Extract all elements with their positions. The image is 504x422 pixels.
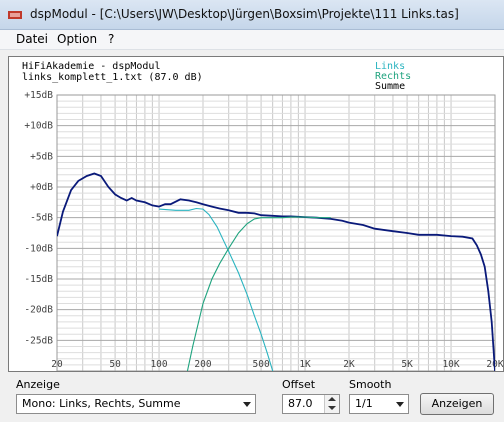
offset-stepper[interactable] — [324, 395, 339, 413]
title-bar: dspModul - [C:\Users\JW\Desktop\Jürgen\B… — [0, 0, 504, 30]
smooth-dropdown[interactable]: 1/1 — [349, 394, 409, 414]
plot-border — [56, 94, 496, 372]
smooth-value: 1/1 — [355, 397, 373, 410]
anzeige-dropdown[interactable]: Mono: Links, Rechts, Summe — [16, 394, 256, 414]
plot-canvas: +15dB +10dB +5dB +0dB -5dB -10dB -15dB -20dB -25… — [22, 61, 504, 372]
x-tick-label: 2K — [343, 359, 355, 370]
menu-item-option[interactable]: Option — [57, 32, 97, 46]
anzeigen-button[interactable]: Anzeigen — [420, 393, 494, 415]
x-tick-label: 200 — [194, 359, 211, 370]
plot-header-file: links_komplett_1.txt (87.0 dB) — [22, 72, 203, 83]
y-tick-label: -10dB — [24, 243, 53, 254]
window-title: dspModul - [C:\Users\JW\Desktop\Jürgen\B… — [30, 7, 459, 21]
offset-label: Offset — [282, 378, 316, 391]
arrow-down-icon[interactable] — [328, 406, 336, 410]
smooth-label: Smooth — [349, 378, 392, 391]
x-tick-label: 20 — [51, 359, 63, 370]
anzeige-value: Mono: Links, Rechts, Summe — [22, 397, 181, 410]
y-tick-label: +5dB — [30, 151, 53, 162]
legend-summe: Summe — [375, 81, 405, 92]
frequency-response-plot: +15dB +10dB +5dB +0dB -5dB -10dB -15dB -20dB -25… — [8, 56, 504, 372]
y-tick-label: +15dB — [24, 90, 53, 101]
series-line-rechts — [186, 216, 331, 371]
y-tick-label: -25dB — [24, 335, 53, 346]
anzeige-label: Anzeige — [16, 378, 60, 391]
menu-item-datei[interactable]: Datei — [16, 32, 48, 46]
chevron-down-icon — [396, 402, 404, 407]
y-tick-label: +0dB — [30, 182, 53, 193]
y-tick-label: -5dB — [30, 213, 53, 224]
offset-spinner[interactable]: 87.0 — [282, 394, 340, 414]
plot-header-title: HiFiAkademie - dspModul — [22, 61, 160, 72]
menu-bar: Datei Option ? — [0, 30, 504, 50]
menu-item-help[interactable]: ? — [108, 32, 114, 46]
app-icon — [8, 11, 22, 19]
x-tick-label: 100 — [150, 359, 167, 370]
y-tick-label: +10dB — [24, 121, 53, 132]
y-tick-label: -20dB — [24, 305, 53, 316]
x-tick-label: 500 — [253, 359, 270, 370]
offset-value: 87.0 — [288, 397, 313, 410]
arrow-up-icon[interactable] — [328, 397, 336, 401]
x-tick-label: 5K — [401, 359, 413, 370]
y-tick-label: -15dB — [24, 274, 53, 285]
x-tick-label: 10K — [442, 359, 459, 370]
chevron-down-icon — [243, 402, 251, 407]
x-tick-label: 1K — [299, 359, 311, 370]
x-tick-label: 50 — [109, 359, 121, 370]
series-line-summe — [57, 172, 495, 371]
